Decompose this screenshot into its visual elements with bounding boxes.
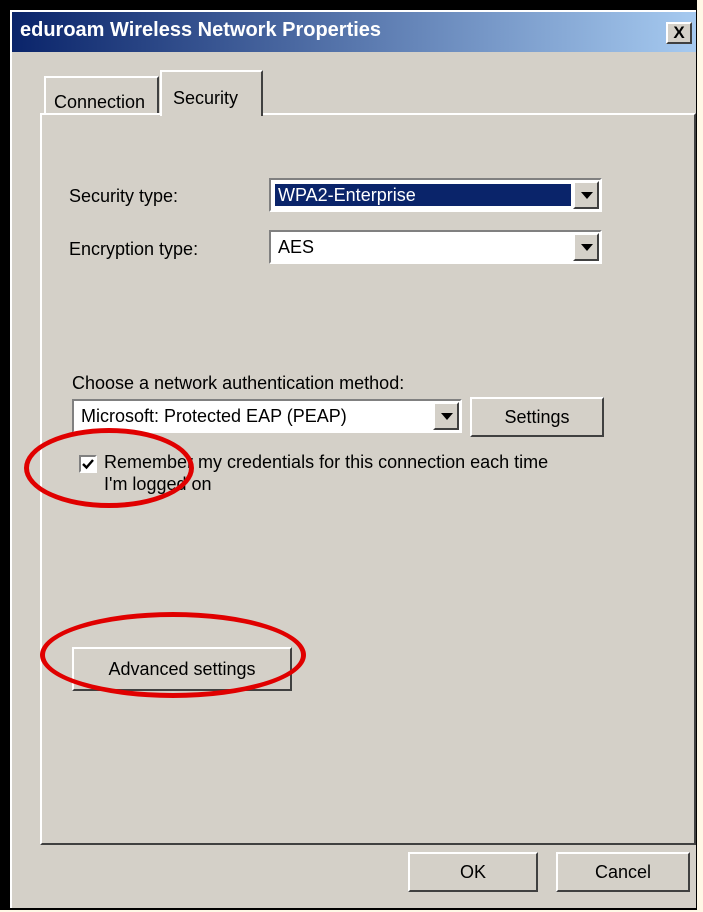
title-bar[interactable]: eduroam Wireless Network Properties X [12, 12, 696, 52]
security-type-value: WPA2-Enterprise [275, 184, 571, 206]
encryption-type-select[interactable]: AES [269, 230, 602, 264]
security-panel: Security type: WPA2-Enterprise Encryptio… [40, 113, 696, 845]
advanced-settings-button[interactable]: Advanced settings [72, 647, 292, 691]
settings-button[interactable]: Settings [470, 397, 604, 437]
cancel-button[interactable]: Cancel [556, 852, 690, 892]
ok-button[interactable]: OK [408, 852, 538, 892]
security-type-label: Security type: [69, 186, 179, 206]
remember-credentials-label: Remember my credentials for this connect… [104, 452, 549, 494]
auth-method-label: Choose a network authentication method: [72, 373, 405, 393]
properties-dialog: eduroam Wireless Network Properties X Co… [10, 10, 696, 908]
auth-method-value: Microsoft: Protected EAP (PEAP) [81, 406, 347, 426]
close-button[interactable]: X [666, 22, 692, 44]
tab-connection[interactable]: Connection [44, 76, 159, 114]
auth-method-select[interactable]: Microsoft: Protected EAP (PEAP) [72, 399, 462, 433]
chevron-down-icon[interactable] [433, 402, 459, 430]
tab-security[interactable]: Security [160, 70, 263, 116]
window-title: eduroam Wireless Network Properties [20, 19, 382, 41]
chevron-down-icon[interactable] [573, 181, 599, 209]
remember-credentials-checkbox[interactable] [79, 455, 97, 473]
checkmark-icon [82, 459, 94, 470]
close-icon: X [673, 23, 685, 42]
security-type-select[interactable]: WPA2-Enterprise [269, 178, 602, 212]
tab-connection-label: Connection [54, 92, 146, 112]
encryption-type-value: AES [278, 237, 315, 257]
encryption-type-label: Encryption type: [69, 239, 199, 259]
chevron-down-icon[interactable] [573, 233, 599, 261]
tab-security-label: Security [173, 88, 239, 108]
